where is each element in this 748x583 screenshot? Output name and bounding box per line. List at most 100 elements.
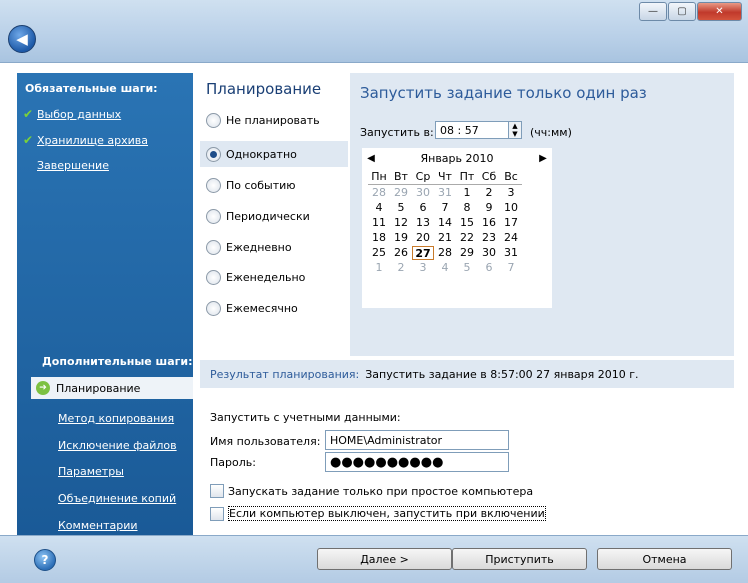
calendar-day[interactable]: 10 — [500, 201, 522, 215]
time-input[interactable]: 08 : 57 — [435, 121, 509, 139]
calendar-day[interactable]: 5 — [390, 201, 412, 215]
maximize-button[interactable]: ▢ — [668, 2, 696, 21]
radio-selected-icon[interactable] — [206, 147, 221, 162]
step-finish[interactable]: Завершение — [37, 159, 109, 172]
calendar-day[interactable]: 20 — [412, 231, 434, 245]
calendar-day[interactable]: 11 — [368, 216, 390, 230]
idle-only-checkbox-row[interactable]: Запускать задание только при простое ком… — [210, 484, 533, 498]
time-spinner[interactable]: ▲ ▼ — [508, 121, 522, 139]
calendar-day[interactable]: 15 — [456, 216, 478, 230]
calendar-day[interactable]: 6 — [478, 261, 500, 275]
schedule-options: Планирование Не планировать Однократно П… — [200, 73, 348, 355]
calendar-day[interactable]: 26 — [390, 246, 412, 260]
weekday-header: Чт — [434, 170, 456, 185]
calendar-day[interactable]: 30 — [478, 246, 500, 260]
radio-monthly[interactable]: Ежемесячно — [206, 301, 298, 316]
idle-only-label: Запускать задание только при простое ком… — [228, 484, 534, 498]
calendar-day[interactable]: 28 — [368, 186, 390, 200]
next-button[interactable]: Далее > — [317, 548, 452, 570]
calendar-day[interactable]: 9 — [478, 201, 500, 215]
calendar-day[interactable]: 5 — [456, 261, 478, 275]
next-month-icon[interactable]: ▶ — [534, 153, 552, 164]
radio-no-schedule[interactable]: Не планировать — [206, 113, 320, 128]
back-arrow-icon[interactable]: ◀ — [8, 25, 36, 53]
step-comments[interactable]: Комментарии — [58, 519, 138, 532]
calendar-day[interactable]: 4 — [368, 201, 390, 215]
calendar-day[interactable]: 16 — [478, 216, 500, 230]
calendar-day[interactable]: 8 — [456, 201, 478, 215]
username-input[interactable]: HOME\Administrator — [325, 430, 509, 450]
radio-periodic[interactable]: Периодически — [206, 209, 310, 224]
weekday-header: Ср — [412, 170, 434, 185]
calendar-day[interactable]: 23 — [478, 231, 500, 245]
calendar-day[interactable]: 24 — [500, 231, 522, 245]
calendar-day[interactable]: 31 — [434, 186, 456, 200]
calendar-day[interactable]: 14 — [434, 216, 456, 230]
calendar-day[interactable]: 25 — [368, 246, 390, 260]
optional-steps-title: Дополнительные шаги: — [42, 355, 193, 368]
step-file-exclusion[interactable]: Исключение файлов — [58, 439, 177, 452]
spin-down-icon[interactable]: ▼ — [512, 130, 517, 138]
step-merge-copies[interactable]: Объединение копий — [58, 492, 176, 505]
radio-on-event[interactable]: По событию — [206, 178, 296, 193]
calendar-day[interactable]: 28 — [434, 246, 456, 260]
minimize-button[interactable]: — — [639, 2, 667, 21]
prev-month-icon[interactable]: ◀ — [362, 153, 380, 164]
cancel-button[interactable]: Отмена — [597, 548, 732, 570]
checkbox-icon[interactable] — [210, 506, 224, 521]
proceed-button[interactable]: Приступить — [452, 548, 587, 570]
step-parameters[interactable]: Параметры — [58, 465, 124, 478]
radio-daily[interactable]: Ежедневно — [206, 240, 292, 255]
step-copy-method[interactable]: Метод копирования — [58, 412, 174, 425]
arrow-right-icon: ➔ — [36, 381, 50, 395]
credentials-title: Запустить с учетными данными: — [210, 411, 401, 424]
calendar-day[interactable]: 22 — [456, 231, 478, 245]
radio-icon[interactable] — [206, 209, 221, 224]
wake-on-start-checkbox-row[interactable]: Если компьютер выключен, запустить при в… — [210, 506, 546, 521]
radio-icon[interactable] — [206, 113, 221, 128]
calendar: ◀ Январь 2010 ▶ Пн Вт Ср Чт Пт Сб Вс 28 29 30 31 1 2… — [362, 148, 552, 308]
calendar-day[interactable]: 18 — [368, 231, 390, 245]
calendar-day[interactable]: 4 — [434, 261, 456, 275]
checkbox-icon[interactable] — [210, 484, 224, 498]
calendar-day[interactable]: 13 — [412, 216, 434, 230]
calendar-day[interactable]: 12 — [390, 216, 412, 230]
radio-icon[interactable] — [206, 178, 221, 193]
calendar-day[interactable]: 30 — [412, 186, 434, 200]
calendar-day[interactable]: 3 — [412, 261, 434, 275]
calendar-day[interactable]: 1 — [368, 261, 390, 275]
schedule-result-bar: Результат планирования: Запустить задани… — [200, 360, 734, 388]
step-archive-storage[interactable]: Хранилище архива — [37, 134, 148, 147]
calendar-day[interactable]: 7 — [500, 261, 522, 275]
calendar-month: Январь 2010 — [420, 152, 494, 165]
check-icon: ✔ — [23, 133, 34, 147]
radio-once[interactable]: Однократно — [206, 147, 297, 162]
close-button[interactable]: ✕ — [697, 2, 742, 21]
calendar-day[interactable]: 21 — [434, 231, 456, 245]
calendar-day[interactable]: 2 — [390, 261, 412, 275]
step-scheduling-active[interactable]: ➔ Планирование — [31, 377, 193, 399]
radio-icon[interactable] — [206, 301, 221, 316]
step-select-data[interactable]: Выбор данных — [37, 108, 121, 121]
calendar-day[interactable]: 29 — [390, 186, 412, 200]
calendar-day[interactable]: 17 — [500, 216, 522, 230]
radio-icon[interactable] — [206, 240, 221, 255]
calendar-day[interactable]: 7 — [434, 201, 456, 215]
password-input[interactable]: ●●●●●●●●●● — [325, 452, 509, 472]
radio-icon[interactable] — [206, 270, 221, 285]
spin-up-icon[interactable]: ▲ — [512, 122, 517, 130]
panel-title: Запустить задание только один раз — [360, 84, 647, 102]
wake-on-start-label: Если компьютер выключен, запустить при в… — [228, 506, 546, 521]
calendar-day[interactable]: 1 — [456, 186, 478, 200]
help-icon[interactable]: ? — [34, 549, 56, 571]
calendar-day[interactable]: 2 — [478, 186, 500, 200]
weekday-header: Вс — [500, 170, 522, 185]
calendar-day[interactable]: 29 — [456, 246, 478, 260]
calendar-day[interactable]: 31 — [500, 246, 522, 260]
calendar-day[interactable]: 3 — [500, 186, 522, 200]
result-label: Результат планирования: — [210, 367, 360, 381]
calendar-day[interactable]: 19 — [390, 231, 412, 245]
radio-weekly[interactable]: Еженедельно — [206, 270, 305, 285]
calendar-day[interactable]: 27 — [412, 246, 434, 260]
calendar-day[interactable]: 6 — [412, 201, 434, 215]
